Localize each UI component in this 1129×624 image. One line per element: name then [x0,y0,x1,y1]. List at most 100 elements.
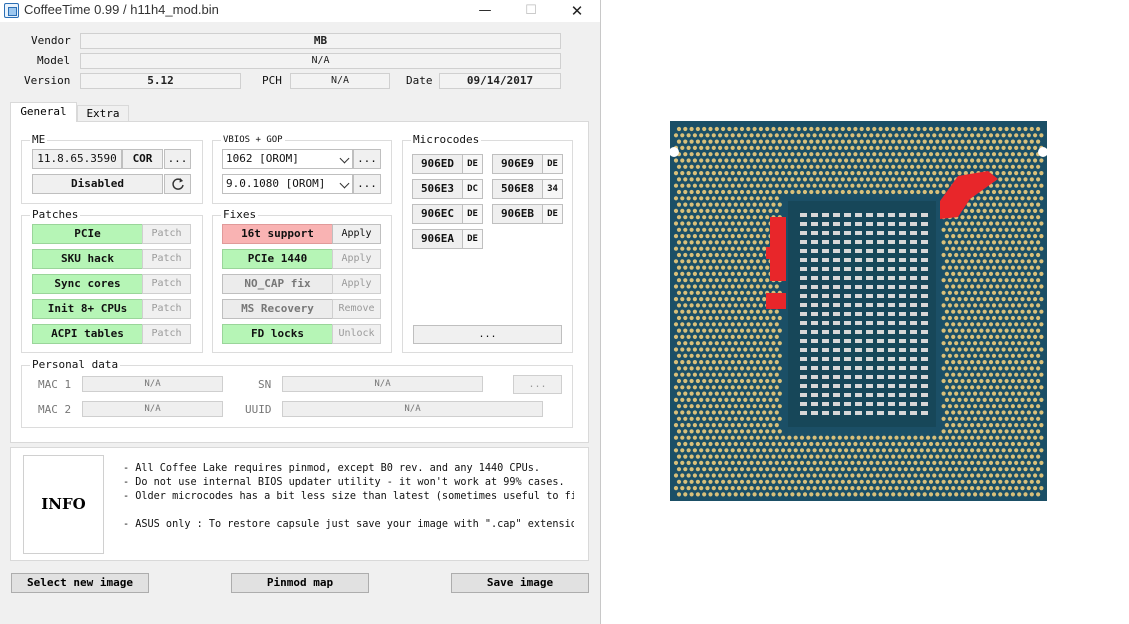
cpu-pad [919,448,924,453]
cpu-pad [847,492,852,497]
tab-general[interactable]: General [10,102,77,122]
microcodes-more-button[interactable]: ... [413,325,562,344]
patch-button[interactable]: Patch [142,249,191,269]
patch-button[interactable]: Patch [142,299,191,319]
me-more-button[interactable]: ... [164,149,191,169]
patch-button[interactable]: Patch [142,274,191,294]
cpu-capacitor [833,240,840,244]
cpu-pad [686,133,691,138]
cpu-pad [995,385,1000,390]
save-image-button[interactable]: Save image [451,573,589,593]
select-image-button[interactable]: Select new image [11,573,149,593]
patch-button[interactable]: Patch [142,224,191,244]
cpu-pad [1014,385,1019,390]
microcode-cpuid[interactable]: 506E8 [492,179,543,199]
cpu-pad [730,486,735,491]
cpu-capacitor [866,321,873,325]
gop-more-button[interactable]: ... [353,174,381,194]
cpu-pad [683,139,688,144]
microcode-cpuid[interactable]: 506E3 [412,179,463,199]
cpu-pad [913,133,918,138]
cpu-pad [837,448,842,453]
cpu-pad [1020,297,1025,302]
fix-button[interactable]: Apply [332,224,381,244]
cpu-pad [711,347,716,352]
vbios-select[interactable]: 1062 [OROM] [222,149,353,169]
cpu-pad [771,152,776,157]
cpu-pad [970,423,975,428]
cpu-pad [673,360,679,365]
cpu-pad [815,492,820,497]
cpu-pad [976,334,981,339]
cpu-pad [1029,328,1034,333]
cpu-pad [768,486,773,491]
cpu-pad [777,341,782,346]
cpu-pad [853,164,858,169]
cpu-capacitor [921,339,928,343]
cpu-pad [1023,315,1028,321]
cpu-pad [777,189,782,195]
patch-button[interactable]: Patch [142,324,191,344]
cpu-pad [718,309,723,314]
cpu-pad [695,278,700,283]
cpu-pad [673,385,679,390]
vbios-more-button[interactable]: ... [353,149,381,169]
cpu-pad [960,164,965,169]
cpu-pad [749,372,754,377]
cpu-capacitor [877,213,884,217]
cpu-pad [828,126,833,132]
cpu-pad [944,460,949,465]
close-button[interactable]: ✕ [554,0,600,22]
cpu-pad [752,215,757,220]
cpu-pad [853,139,858,144]
pinmod-map-button[interactable]: Pinmod map [231,573,369,593]
cpu-pad [954,454,959,459]
cpu-pad [960,378,965,384]
cpu-pad [831,171,836,176]
maximize-button[interactable]: ☐ [508,0,554,22]
microcode-cpuid[interactable]: 906E9 [492,154,543,174]
microcode-cpuid[interactable]: 906ED [412,154,463,174]
mac2-field: N/A [82,401,223,417]
cpu-pad [957,221,962,226]
cpu-pad [689,467,694,472]
cpu-pad [954,378,959,384]
cpu-pad [1029,467,1034,472]
cpu-pad [979,353,984,358]
cpu-pad [752,177,757,182]
cpu-pad [718,221,723,226]
cpu-pad [900,145,905,150]
me-refresh-button[interactable] [164,174,191,194]
cpu-pad [702,404,707,409]
cpu-pad [963,372,968,377]
fix-button[interactable]: Apply [332,274,381,294]
cpu-pad [847,139,852,144]
cpu-pad [724,284,729,289]
cpu-capacitor [910,348,917,352]
tab-extra[interactable]: Extra [77,105,129,121]
minimize-button[interactable]: — [462,0,508,22]
fix-button[interactable]: Apply [332,249,381,269]
microcode-cpuid[interactable]: 906EA [412,229,463,249]
fix-button[interactable]: Unlock [332,324,381,344]
microcode-cpuid[interactable]: 906EB [492,204,543,224]
fix-button[interactable]: Remove [332,299,381,319]
cpu-pad [985,479,990,484]
cpu-pad [970,372,975,377]
gop-select[interactable]: 9.0.1080 [OROM] [222,174,353,194]
cpu-pad [711,234,716,239]
cpu-pad [954,416,959,421]
cpu-pad [796,152,801,157]
cpu-pad [988,208,994,213]
cpu-pad [721,164,726,169]
cpu-pad [1033,208,1038,213]
cpu-pad [799,145,805,150]
cpu-pad [985,441,990,447]
cpu-pad [718,473,723,478]
cpu-pad [749,347,754,352]
personal-more-button[interactable]: ... [513,375,562,394]
cpu-pad [708,416,713,421]
cpu-pad [1004,202,1009,207]
cpu-pad [793,171,798,176]
microcode-cpuid[interactable]: 906EC [412,204,463,224]
